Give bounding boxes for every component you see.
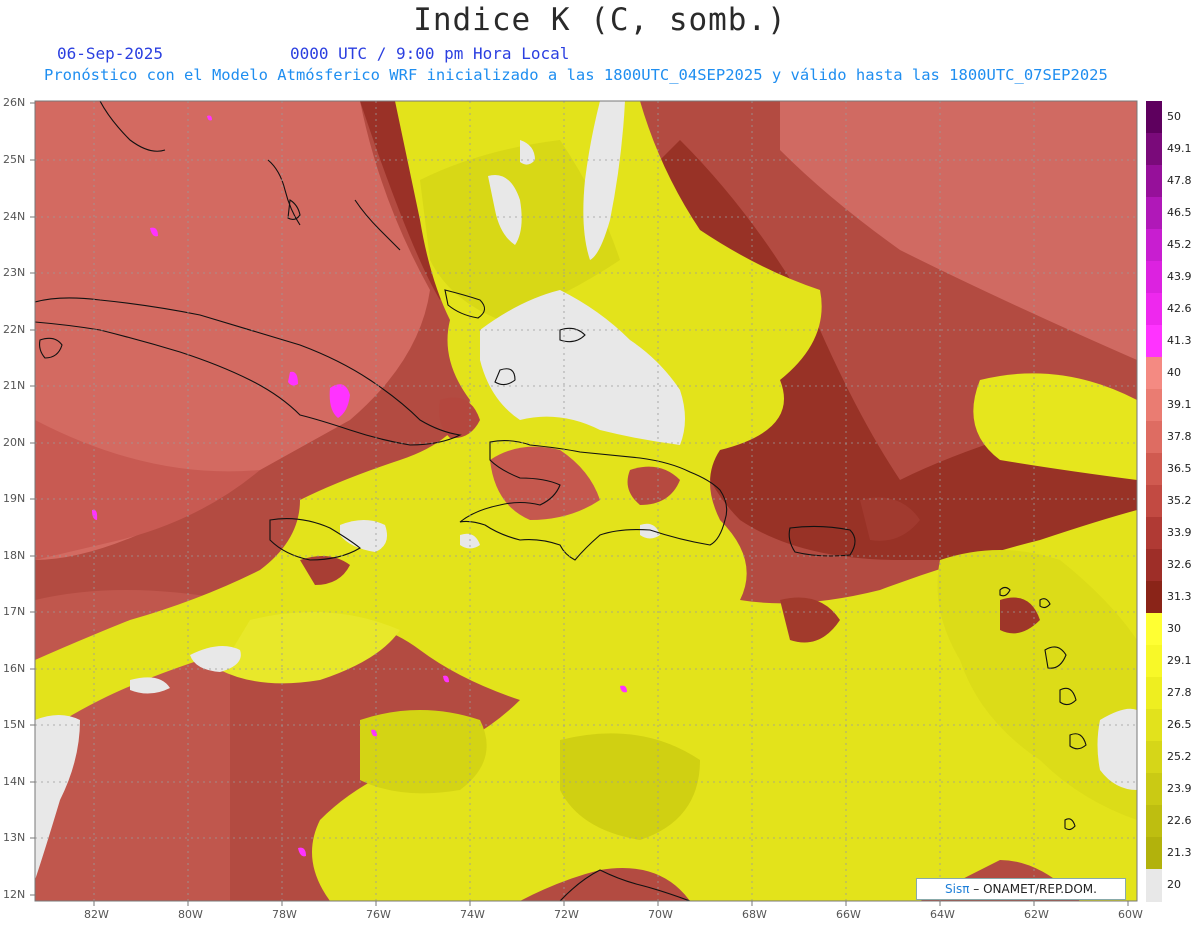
colorbar-segment bbox=[1146, 869, 1162, 902]
colorbar-label: 22.6 bbox=[1167, 814, 1192, 827]
colorbar-segment bbox=[1146, 517, 1162, 550]
colorbar-label: 29.1 bbox=[1167, 654, 1192, 667]
colorbar-label: 23.9 bbox=[1167, 782, 1192, 795]
colorbar-label: 31.3 bbox=[1167, 590, 1192, 603]
lon-label: 78W bbox=[272, 908, 297, 921]
colorbar-label: 35.2 bbox=[1167, 494, 1192, 507]
colorbar-label: 49.1 bbox=[1167, 142, 1192, 155]
colorbar-segment bbox=[1146, 357, 1162, 390]
colorbar-segment bbox=[1146, 389, 1162, 422]
colorbar-segment bbox=[1146, 197, 1162, 230]
colorbar-segment bbox=[1146, 613, 1162, 646]
colorbar-segment bbox=[1146, 485, 1162, 518]
colorbar bbox=[1146, 101, 1162, 902]
lon-label: 80W bbox=[178, 908, 203, 921]
credit-brand: Sisπ bbox=[945, 882, 970, 896]
colorbar-segment bbox=[1146, 421, 1162, 454]
colorbar-segment bbox=[1146, 453, 1162, 486]
credit-text: – ONAMET/REP.DOM. bbox=[973, 882, 1097, 896]
colorbar-segment bbox=[1146, 293, 1162, 326]
lat-label: 16N bbox=[3, 662, 26, 675]
colorbar-segment bbox=[1146, 101, 1162, 134]
colorbar-label: 47.8 bbox=[1167, 174, 1192, 187]
lon-label: 74W bbox=[460, 908, 485, 921]
colorbar-label: 25.2 bbox=[1167, 750, 1192, 763]
lat-label: 24N bbox=[3, 210, 26, 223]
colorbar-label: 42.6 bbox=[1167, 302, 1192, 315]
colorbar-segment bbox=[1146, 165, 1162, 198]
lat-label: 12N bbox=[3, 888, 26, 901]
lon-label: 62W bbox=[1024, 908, 1049, 921]
lat-label: 13N bbox=[3, 831, 26, 844]
lat-label: 17N bbox=[3, 605, 26, 618]
k-index-map bbox=[30, 100, 1138, 906]
lat-label: 26N bbox=[3, 96, 26, 109]
colorbar-segment bbox=[1146, 805, 1162, 838]
lat-label: 21N bbox=[3, 379, 26, 392]
colorbar-segment bbox=[1146, 261, 1162, 294]
colorbar-label: 20 bbox=[1167, 878, 1181, 891]
lon-label: 60W bbox=[1118, 908, 1143, 921]
lat-label: 22N bbox=[3, 323, 26, 336]
colorbar-label: 45.2 bbox=[1167, 238, 1192, 251]
colorbar-segment bbox=[1146, 741, 1162, 774]
colorbar-segment bbox=[1146, 709, 1162, 742]
lon-label: 66W bbox=[836, 908, 861, 921]
colorbar-segment bbox=[1146, 677, 1162, 710]
lat-label: 25N bbox=[3, 153, 26, 166]
lon-label: 76W bbox=[366, 908, 391, 921]
colorbar-segment bbox=[1146, 581, 1162, 614]
lon-label: 64W bbox=[930, 908, 955, 921]
lon-label: 72W bbox=[554, 908, 579, 921]
lon-label: 70W bbox=[648, 908, 673, 921]
lat-label: 20N bbox=[3, 436, 26, 449]
colorbar-label: 36.5 bbox=[1167, 462, 1192, 475]
lon-label: 82W bbox=[84, 908, 109, 921]
colorbar-segment bbox=[1146, 325, 1162, 358]
colorbar-label: 21.3 bbox=[1167, 846, 1192, 859]
colorbar-label: 40 bbox=[1167, 366, 1181, 379]
colorbar-label: 37.8 bbox=[1167, 430, 1192, 443]
colorbar-label: 26.5 bbox=[1167, 718, 1192, 731]
colorbar-segment bbox=[1146, 645, 1162, 678]
colorbar-segment bbox=[1146, 837, 1162, 870]
colorbar-label: 46.5 bbox=[1167, 206, 1192, 219]
lat-label: 23N bbox=[3, 266, 26, 279]
lat-label: 14N bbox=[3, 775, 26, 788]
colorbar-label: 41.3 bbox=[1167, 334, 1192, 347]
colorbar-label: 32.6 bbox=[1167, 558, 1192, 571]
lon-label: 68W bbox=[742, 908, 767, 921]
colorbar-segment bbox=[1146, 549, 1162, 582]
colorbar-label: 43.9 bbox=[1167, 270, 1192, 283]
colorbar-segment bbox=[1146, 229, 1162, 262]
colorbar-label: 50 bbox=[1167, 110, 1181, 123]
credit-box: Sisπ – ONAMET/REP.DOM. bbox=[916, 878, 1126, 900]
colorbar-label: 39.1 bbox=[1167, 398, 1192, 411]
colorbar-segment bbox=[1146, 773, 1162, 806]
lat-label: 19N bbox=[3, 492, 26, 505]
colorbar-label: 33.9 bbox=[1167, 526, 1192, 539]
colorbar-segment bbox=[1146, 133, 1162, 166]
lat-label: 15N bbox=[3, 718, 26, 731]
lat-label: 18N bbox=[3, 549, 26, 562]
colorbar-label: 30 bbox=[1167, 622, 1181, 635]
colorbar-label: 27.8 bbox=[1167, 686, 1192, 699]
